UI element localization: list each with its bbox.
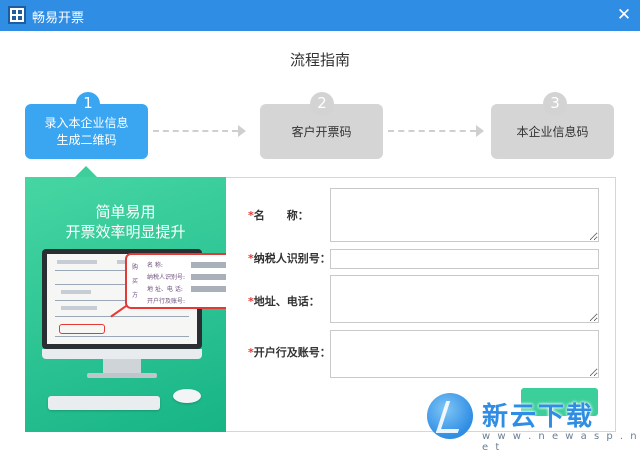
callout-side-label: 购买方 (132, 264, 139, 299)
step-2-label: 客户开票码 (291, 125, 352, 139)
invoice-header-bar (57, 260, 97, 264)
address-phone-field[interactable] (330, 275, 599, 323)
callout-row-address: 地 址、电 话: (147, 286, 183, 293)
watermark-text: 新云下载 (482, 402, 595, 432)
callout-value-bar (191, 286, 226, 292)
invoice-highlight (59, 324, 105, 334)
page-title: 流程指南 (289, 51, 350, 69)
keyboard-icon (48, 396, 160, 410)
promo-banner: 简单易用 开票效率明显提升 购买方 名 称: 纳税人识别号: 地 址、电 话: … (25, 177, 226, 432)
promo-headline: 简单易用 (95, 203, 156, 221)
callout-value-bar (191, 274, 226, 280)
monitor-stand (103, 359, 141, 373)
invoice-callout: 购买方 名 称: 纳税人识别号: 地 址、电 话: 开户行及账号: (125, 253, 226, 309)
invoice-cell-bar (61, 290, 91, 294)
watermark-logo-icon (427, 393, 473, 439)
address-phone-label: *地址、电话： (248, 293, 320, 309)
step-arrow-icon (388, 125, 484, 137)
tax-id-label: *纳税人识别号： (248, 250, 331, 266)
step-2-number: 2 (310, 92, 334, 116)
step-1-number: 1 (76, 92, 100, 116)
step-1-label-line1: 录入本企业信息 (44, 115, 129, 130)
title-bar: 畅易开票 ✕ (0, 0, 640, 31)
bank-account-label: *开户行及账号： (248, 344, 331, 360)
close-button[interactable]: ✕ (608, 0, 640, 31)
promo-subheadline: 开票效率明显提升 (65, 223, 186, 241)
callout-row-tax: 纳税人识别号: (147, 274, 186, 281)
name-label: *名 称： (248, 207, 309, 223)
callout-row-bank: 开户行及账号: (147, 298, 186, 305)
name-field[interactable] (330, 188, 599, 242)
window-title: 畅易开票 (32, 11, 85, 26)
tax-id-field[interactable] (330, 249, 599, 269)
step-3-label: 本企业信息码 (516, 125, 589, 139)
invoice-line (55, 336, 189, 337)
name-label-text: 名 称： (253, 209, 309, 222)
mouse-icon (173, 389, 201, 403)
watermark-url: w w w . n e w a s p . n e t (482, 431, 639, 453)
invoice-cell-bar (61, 306, 97, 310)
invoice-line (55, 316, 189, 317)
step-arrow-icon (153, 125, 246, 137)
bank-account-label-text: 开户行及账号： (253, 346, 331, 359)
monitor-chin (42, 349, 202, 359)
qr-code-icon (8, 6, 26, 24)
monitor-base (87, 373, 157, 378)
bank-account-field[interactable] (330, 330, 599, 378)
step-1-label-line2: 生成二维码 (56, 132, 117, 147)
callout-row-name: 名 称: (147, 262, 163, 269)
step-3-number: 3 (543, 92, 567, 116)
tax-id-label-text: 纳税人识别号： (253, 252, 331, 265)
callout-value-bar (191, 262, 226, 268)
address-phone-label-text: 地址、电话： (253, 295, 320, 308)
